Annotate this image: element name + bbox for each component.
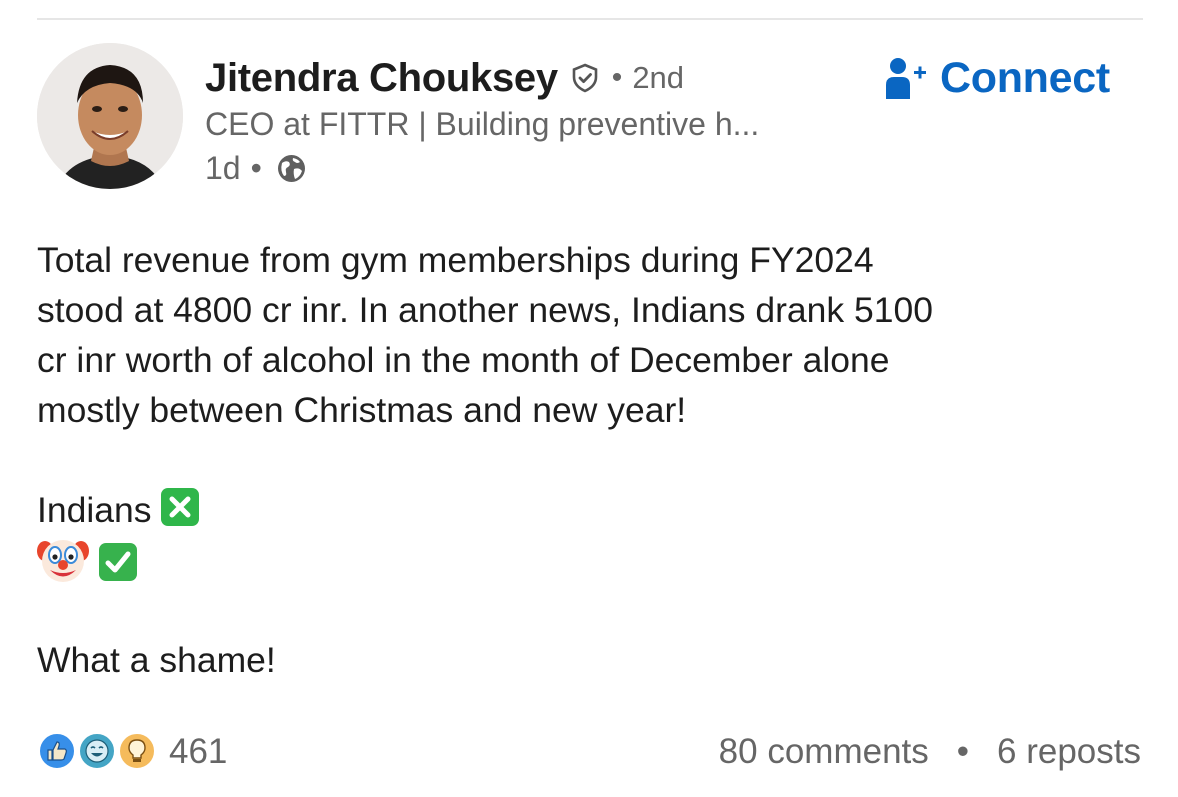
- post-line: Total revenue from gym memberships durin…: [37, 240, 874, 280]
- author-name[interactable]: Jitendra Chouksey: [205, 56, 558, 101]
- like-icon: [37, 731, 77, 771]
- author-name-row: Jitendra Chouksey • 2nd: [205, 50, 684, 106]
- insightful-icon: [117, 731, 157, 771]
- author-headline: CEO at FITTR | Building preventive h...: [205, 106, 760, 142]
- meta-separator: •: [250, 149, 262, 186]
- comments-link[interactable]: 80 comments: [719, 732, 929, 772]
- verified-shield-icon: [570, 63, 600, 93]
- clown-face-emoji: [37, 535, 89, 585]
- stats-separator: •: [956, 732, 970, 771]
- post-meta: 1d •: [205, 148, 307, 188]
- reaction-icons: [37, 731, 159, 773]
- check-mark-emoji: [98, 543, 137, 581]
- engagement-stats: 80 comments • 6 reposts: [719, 730, 1141, 774]
- post-line: cr inr worth of alcohol in the month of …: [37, 340, 890, 380]
- post-time: 1d: [205, 149, 241, 186]
- reactions-summary[interactable]: 461: [37, 730, 227, 774]
- author-avatar[interactable]: [37, 43, 183, 189]
- post-line-indians: Indians: [37, 485, 1157, 535]
- post-line: stood at 4800 cr inr. In another news, I…: [37, 290, 933, 330]
- cross-mark-emoji: [161, 488, 200, 526]
- globe-icon: [276, 153, 307, 184]
- post-line: mostly between Christmas and new year!: [37, 390, 687, 430]
- post-text: Total revenue from gym memberships durin…: [37, 235, 1157, 685]
- funny-icon: [77, 731, 117, 771]
- top-divider: [37, 18, 1143, 20]
- connection-degree: 2nd: [632, 60, 685, 95]
- indians-label: Indians: [37, 490, 152, 530]
- connect-label: Connect: [940, 53, 1110, 102]
- add-person-icon: [886, 55, 928, 101]
- post-line-emoji: [37, 535, 1157, 585]
- connect-button[interactable]: Connect: [886, 50, 1110, 106]
- reposts-link[interactable]: 6 reposts: [997, 732, 1141, 772]
- reaction-count: 461: [169, 732, 228, 771]
- name-separator: •: [611, 61, 623, 94]
- post-line-closing: What a shame!: [37, 640, 276, 680]
